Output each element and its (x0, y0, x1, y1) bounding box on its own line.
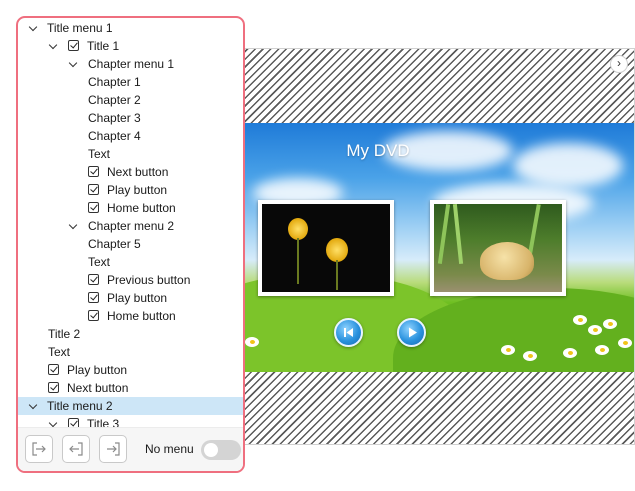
move-in-button[interactable] (99, 435, 127, 463)
tree-toolbar: No menu (18, 427, 243, 471)
tree-row[interactable]: Play button (18, 289, 243, 307)
menu-background: My DVD (233, 123, 634, 372)
toggle-knob (204, 443, 218, 457)
tree-item-label: Chapter menu 2 (88, 219, 175, 233)
play-button[interactable] (397, 318, 426, 347)
previous-chapter-button[interactable] (334, 318, 363, 347)
move-out-button[interactable] (62, 435, 90, 463)
chevron-right-icon: › (617, 56, 621, 70)
no-menu-label: No menu (145, 442, 194, 456)
tree-item-label: Chapter 4 (88, 129, 141, 143)
tree-item-label: Title menu 1 (47, 21, 113, 35)
tree-item-label: Play button (107, 291, 168, 305)
chevron-down-icon[interactable] (68, 55, 80, 73)
tree-item-label: Chapter menu 1 (88, 57, 175, 71)
tree-row[interactable]: Text (18, 253, 243, 271)
menu-preview: › My DVD (232, 48, 635, 445)
next-page-button[interactable]: › (610, 55, 628, 73)
tree-item-label: Text (88, 147, 111, 161)
tree-row[interactable]: Chapter 1 (18, 73, 243, 91)
tree-item-label: Chapter 3 (88, 111, 141, 125)
tree-row[interactable]: Title menu 1 (18, 19, 243, 37)
menu-tree: Title menu 1 Title 1 Chapter menu 1 Chapter… (18, 18, 243, 430)
tree-item-label: Chapter 2 (88, 93, 141, 107)
exit-button[interactable] (25, 435, 53, 463)
tree-row[interactable]: Next button (18, 163, 243, 181)
chevron-down-icon[interactable] (28, 397, 40, 415)
play-icon (409, 327, 417, 338)
tree-row[interactable]: Chapter 4 (18, 127, 243, 145)
checkbox-checked[interactable] (48, 382, 59, 393)
tree-row[interactable]: Chapter 2 (18, 91, 243, 109)
tree-row[interactable]: Next button (18, 379, 243, 397)
tree-item-label: Title menu 2 (47, 399, 113, 413)
checkbox-checked[interactable] (88, 184, 99, 195)
tree-row[interactable]: Title 2 (18, 325, 243, 343)
tree-item-label: Home button (107, 309, 176, 323)
duckling-thumbnail[interactable] (430, 200, 566, 296)
previous-icon (344, 328, 353, 337)
chevron-down-icon[interactable] (48, 37, 60, 55)
checkbox-checked[interactable] (88, 274, 99, 285)
tree-item-label: Play button (67, 363, 128, 377)
tree-item-label: Title 1 (87, 39, 120, 53)
checkbox-checked[interactable] (88, 166, 99, 177)
menu-tree-panel: Title menu 1 Title 1 Chapter menu 1 Chapter… (16, 16, 245, 473)
tree-row[interactable]: Title 1 (18, 37, 243, 55)
tree-item-label: Text (88, 255, 111, 269)
tree-item-label: Chapter 1 (88, 75, 141, 89)
tree-item-label: Next button (67, 381, 129, 395)
tree-item-label: Title 2 (48, 327, 81, 341)
tree-item-label: Text (48, 345, 71, 359)
tree-row[interactable]: Chapter 3 (18, 109, 243, 127)
tree-item-label: Next button (107, 165, 169, 179)
exit-icon (32, 442, 46, 456)
tree-row[interactable]: Previous button (18, 271, 243, 289)
tree-row[interactable]: Play button (18, 361, 243, 379)
tree-row[interactable]: Text (18, 145, 243, 163)
menu-title[interactable]: My DVD (233, 141, 523, 161)
tree-row[interactable]: Home button (18, 199, 243, 217)
tree-row[interactable]: Home button (18, 307, 243, 325)
checkbox-checked[interactable] (88, 202, 99, 213)
flowers-thumbnail[interactable] (258, 200, 394, 296)
tree-item-label: Play button (107, 183, 168, 197)
chevron-down-icon[interactable] (68, 217, 80, 235)
tree-row[interactable]: Title menu 2 (18, 397, 243, 415)
tree-row[interactable]: Play button (18, 181, 243, 199)
tree-row[interactable]: Chapter 5 (18, 235, 243, 253)
checkbox-checked[interactable] (88, 310, 99, 321)
checkbox-checked[interactable] (48, 364, 59, 375)
move-out-icon (69, 442, 83, 456)
checkbox-checked[interactable] (88, 292, 99, 303)
checkbox-checked[interactable] (68, 40, 79, 51)
tree-item-label: Chapter 5 (88, 237, 141, 251)
tree-row[interactable]: Chapter menu 1 (18, 55, 243, 73)
tree-row[interactable]: Chapter menu 2 (18, 217, 243, 235)
move-in-icon (107, 442, 120, 456)
tree-item-label: Home button (107, 201, 176, 215)
tree-row[interactable]: Text (18, 343, 243, 361)
no-menu-toggle[interactable] (201, 440, 241, 460)
tree-item-label: Previous button (107, 273, 191, 287)
chevron-down-icon[interactable] (28, 19, 40, 37)
